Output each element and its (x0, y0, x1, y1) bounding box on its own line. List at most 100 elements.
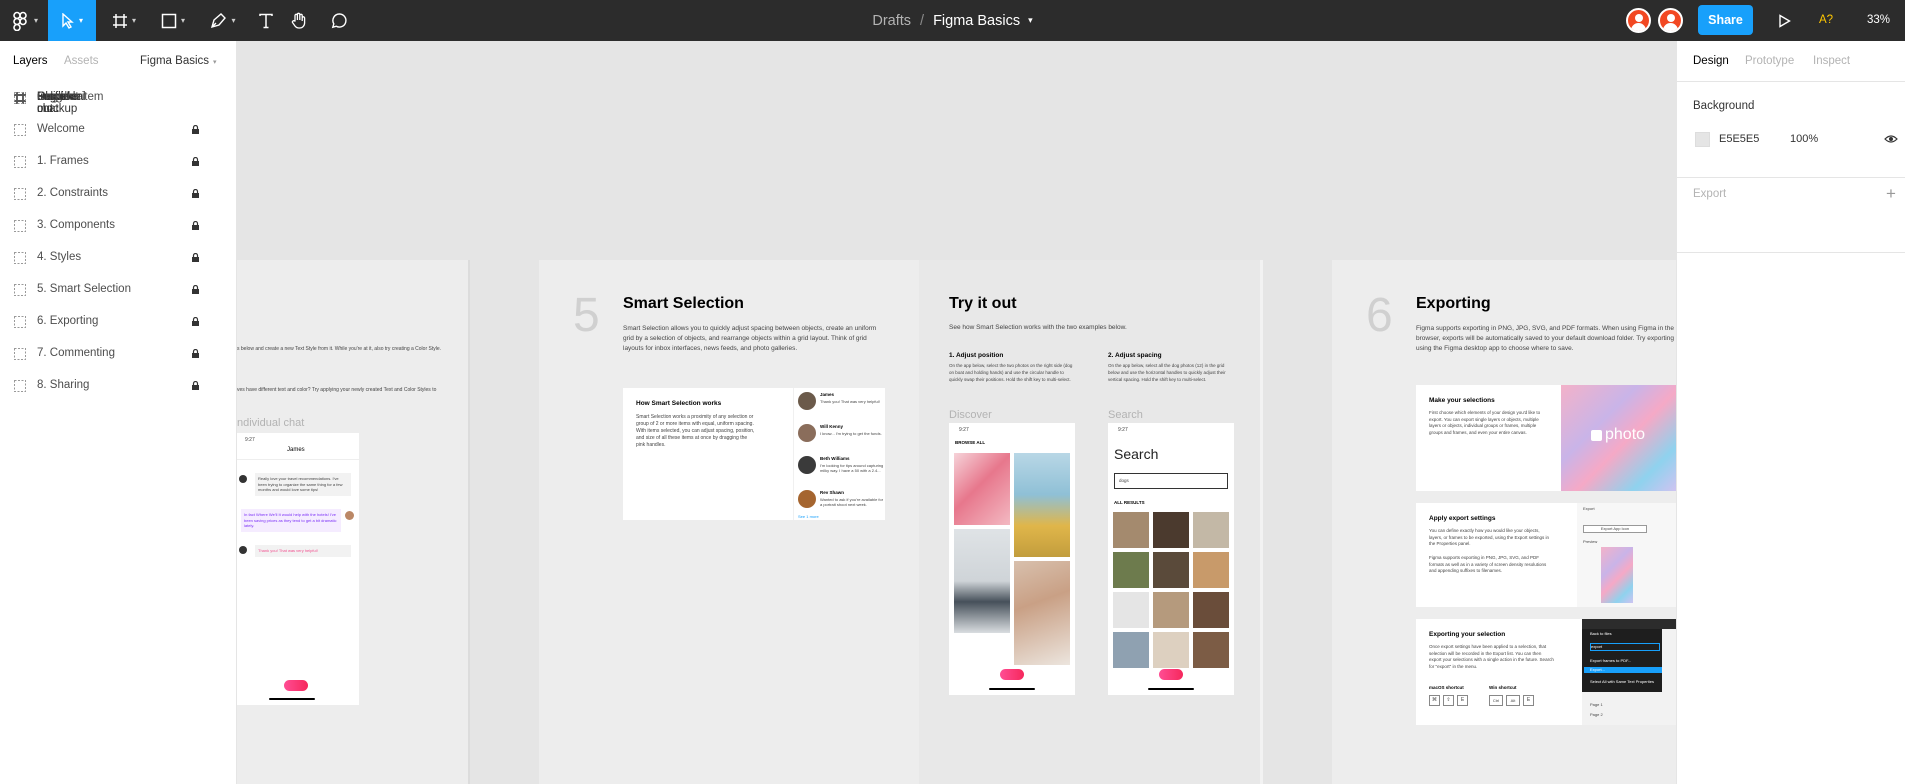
layer-section[interactable]: 8. Sharing (0, 370, 237, 402)
export-card[interactable]: Apply export settings You can define exa… (1416, 503, 1676, 607)
chat-preview: I'm looking for tips around capturing mi… (820, 463, 884, 473)
dog-photo[interactable] (1113, 592, 1149, 628)
lock-icon[interactable] (191, 125, 200, 134)
shortcut-key: E (1523, 695, 1534, 706)
avatar[interactable] (1658, 8, 1683, 33)
frame-smart-selection[interactable]: 5 Smart Selection Smart Selection allows… (539, 260, 919, 784)
chat-phone-mockup[interactable]: 9:27 James Really love your travel recom… (237, 433, 359, 705)
dog-photo[interactable] (1193, 552, 1229, 588)
avatar[interactable] (1626, 8, 1651, 33)
layer-section[interactable]: 2. Constraints (0, 178, 237, 210)
background-opacity-input[interactable]: 100% (1790, 133, 1818, 145)
chat-list-mockup[interactable]: James Thank you! That was very helpful! … (793, 388, 885, 520)
status-time: 9:27 (1118, 427, 1128, 433)
lock-icon[interactable] (191, 189, 200, 198)
layer-label: 7. Commenting (37, 347, 115, 359)
frame-exporting[interactable]: 6 Exporting Figma supports exporting in … (1332, 260, 1676, 784)
dog-photo[interactable] (1153, 592, 1189, 628)
move-tool-button[interactable]: ▾ (48, 0, 96, 41)
eye-icon[interactable] (1884, 134, 1898, 144)
layer-label: 4. Styles (37, 251, 82, 263)
frame-body-text: See how Smart Selection works with the t… (949, 324, 1127, 331)
dog-photo[interactable] (1193, 512, 1229, 548)
discover-phone-mockup[interactable]: 9:27 BROWSE ALL (949, 423, 1075, 695)
accessibility-indicator[interactable]: A? (1819, 0, 1833, 41)
photo-tile[interactable] (954, 453, 1010, 525)
add-button[interactable] (1000, 669, 1024, 680)
search-field[interactable]: dogs (1114, 473, 1228, 489)
tab-prototype[interactable]: Prototype (1745, 55, 1794, 67)
dog-photo[interactable] (1153, 632, 1189, 668)
layer-section[interactable]: 5. Smart Selection (0, 274, 237, 306)
menu-mockup: Back to files export Export frames to PD… (1582, 619, 1676, 725)
frame-styles[interactable]: s below and create a new Text Style from… (237, 260, 470, 784)
lock-icon[interactable] (191, 381, 200, 390)
layer-section[interactable]: 6. Exporting (0, 306, 237, 338)
add-button[interactable] (284, 680, 308, 691)
dog-photo[interactable] (1193, 632, 1229, 668)
export-card[interactable]: Exporting your selection Once export set… (1416, 619, 1676, 725)
add-button[interactable] (1159, 669, 1183, 680)
photo-tile[interactable] (1014, 453, 1070, 557)
tab-layers[interactable]: Layers (13, 55, 48, 67)
background-color-swatch[interactable] (1695, 132, 1710, 147)
layer-section[interactable]: 1. Frames (0, 146, 237, 178)
dog-photo[interactable] (1153, 512, 1189, 548)
frame-try-it-out[interactable]: Try it out See how Smart Selection works… (919, 260, 1263, 784)
breadcrumb-drafts[interactable]: Drafts (872, 13, 911, 29)
rectangle-icon (161, 13, 177, 28)
frame-tool-button[interactable]: ▾ (104, 0, 144, 41)
lock-icon[interactable] (191, 317, 200, 326)
shape-tool-button[interactable]: ▾ (153, 0, 193, 41)
layer-section[interactable]: Chat list item (0, 82, 237, 114)
menu-item: Export... (1584, 667, 1662, 673)
layer-section[interactable]: Welcome (0, 114, 237, 146)
frame-title: Smart Selection (623, 295, 744, 312)
lock-icon[interactable] (191, 253, 200, 262)
dog-photo[interactable] (1113, 552, 1149, 588)
add-export-icon[interactable]: + (1886, 184, 1896, 204)
dog-photo[interactable] (1193, 592, 1229, 628)
layer-section[interactable]: 3. Components (0, 210, 237, 242)
page-selector[interactable]: Figma Basics ▾ (140, 55, 217, 67)
export-card[interactable]: Make your selections First choose which … (1416, 385, 1676, 491)
smart-selection-card[interactable]: How Smart Selection works Smart Selectio… (623, 388, 885, 520)
step-title: 1. Adjust position (949, 352, 1004, 359)
comment-tool-button[interactable] (322, 0, 356, 41)
layer-label: 5. Smart Selection (37, 283, 131, 295)
chevron-down-icon[interactable]: ▾ (1028, 15, 1033, 26)
dog-photo[interactable] (1153, 552, 1189, 588)
dog-photo[interactable] (1113, 512, 1149, 548)
tab-inspect[interactable]: Inspect (1813, 55, 1850, 67)
frame-title: Try it out (949, 295, 1017, 312)
photo-tile[interactable] (1014, 561, 1070, 665)
chevron-down-icon: ▾ (33, 16, 38, 25)
dog-photo[interactable] (1113, 632, 1149, 668)
layer-section[interactable]: 4. Styles (0, 242, 237, 274)
file-name[interactable]: Figma Basics (933, 13, 1020, 29)
lock-icon[interactable] (191, 221, 200, 230)
background-section: Background E5E5E5 100% (1677, 83, 1905, 178)
tab-assets[interactable]: Assets (64, 55, 99, 67)
frame-body-text: Smart Selection allows you to quickly ad… (623, 325, 877, 352)
canvas[interactable]: s below and create a new Text Style from… (237, 41, 1676, 784)
hand-tool-button[interactable] (282, 0, 316, 41)
search-phone-mockup[interactable]: 9:27 Search dogs ALL RESULTS (1108, 423, 1234, 695)
page-name: Figma Basics (140, 55, 210, 67)
step-title: 2. Adjust spacing (1108, 352, 1162, 359)
lock-icon[interactable] (191, 157, 200, 166)
share-button[interactable]: Share (1698, 5, 1753, 35)
zoom-level[interactable]: 33% (1867, 0, 1890, 41)
tab-design[interactable]: Design (1693, 55, 1729, 67)
lock-icon[interactable] (191, 285, 200, 294)
layer-section[interactable]: 7. Commenting (0, 338, 237, 370)
photo-tile[interactable] (954, 529, 1010, 633)
figma-menu-button[interactable]: ▾ (0, 0, 48, 41)
see-more-link[interactable]: See 1 more (798, 512, 819, 522)
menu-item: Select All with Same Text Properties (1590, 679, 1654, 684)
background-hex-input[interactable]: E5E5E5 (1719, 133, 1759, 145)
lock-icon[interactable] (191, 349, 200, 358)
present-button[interactable] (1772, 0, 1796, 41)
pen-tool-button[interactable]: ▾ (203, 0, 243, 41)
text-tool-button[interactable] (249, 0, 283, 41)
